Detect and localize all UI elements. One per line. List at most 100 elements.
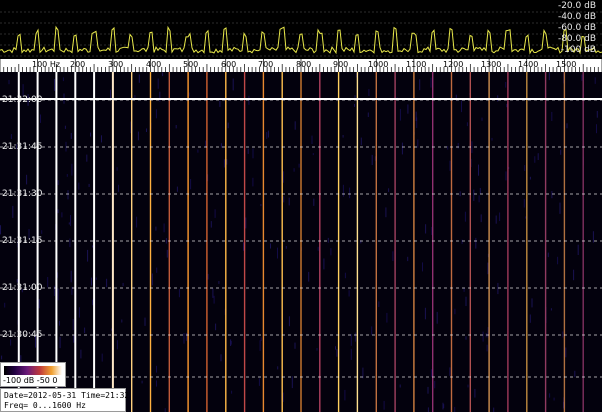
noise-speck: [573, 269, 575, 281]
noise-speck: [551, 111, 553, 121]
noise-speck: [90, 132, 91, 137]
frequency-axis[interactable]: 100 Hz 200 300 400 500 600 700 800 900 1…: [0, 59, 602, 72]
noise-speck: [447, 146, 449, 150]
freq-label-200: 200: [70, 60, 86, 69]
noise-speck: [270, 243, 271, 249]
noise-speck: [10, 134, 12, 139]
noise-speck: [190, 179, 192, 190]
noise-speck: [176, 186, 178, 192]
noise-speck: [67, 190, 69, 200]
noise-speck: [78, 182, 80, 190]
noise-speck: [344, 389, 346, 401]
noise-speck: [247, 148, 249, 154]
noise-speck: [425, 224, 427, 234]
noise-speck: [581, 74, 583, 81]
noise-speck: [101, 135, 102, 143]
noise-speck: [481, 117, 483, 121]
noise-speck: [493, 407, 495, 412]
noise-speck: [277, 366, 279, 370]
noise-speck: [197, 149, 199, 153]
noise-speck: [116, 340, 118, 350]
noise-speck: [547, 252, 549, 258]
noise-speck: [267, 130, 269, 138]
noise-speck: [252, 148, 254, 159]
noise-speck: [245, 217, 247, 229]
noise-speck: [354, 104, 355, 107]
noise-speck: [40, 114, 41, 123]
noise-speck: [525, 216, 527, 219]
noise-speck: [298, 163, 300, 168]
noise-speck: [596, 111, 598, 118]
noise-speck: [367, 112, 369, 117]
spectrum-trace: [0, 25, 602, 55]
noise-speck: [454, 406, 456, 412]
noise-speck: [146, 128, 147, 132]
spectrum-plot: [0, 11, 602, 57]
noise-speck: [252, 177, 254, 187]
noise-speck: [243, 242, 244, 251]
noise-speck: [73, 335, 75, 343]
noise-speck: [524, 165, 526, 171]
noise-speck: [457, 143, 459, 149]
waterfall-display[interactable]: 21:32:00 21:31:45 21:31:30 21:31:15 21:3…: [0, 72, 602, 412]
noise-speck: [466, 122, 468, 127]
noise-speck: [335, 346, 336, 350]
noise-speck: [551, 191, 553, 199]
noise-speck: [232, 78, 234, 91]
date-time-text: Date=2012-05-31 Time=21:32: [4, 391, 130, 400]
noise-speck: [230, 339, 232, 346]
spectrogram-window: -20.0 dB -40.0 dB -60.0 dB -80.0 dB -100…: [0, 0, 602, 412]
noise-speck: [283, 171, 284, 183]
noise-speck: [464, 211, 466, 222]
noise-speck: [207, 273, 209, 280]
noise-speck: [231, 390, 233, 394]
noise-speck: [407, 256, 409, 262]
noise-speck: [259, 340, 261, 351]
color-scale-label: -100 dB -50 0: [3, 376, 58, 385]
noise-speck: [159, 91, 161, 102]
noise-speck: [424, 307, 426, 320]
noise-speck: [78, 307, 80, 318]
noise-speck: [327, 237, 329, 243]
freq-label-500: 500: [183, 60, 199, 69]
noise-speck: [478, 164, 479, 176]
noise-speck: [311, 135, 313, 144]
noise-speck: [10, 339, 12, 346]
noise-speck: [574, 370, 576, 378]
noise-speck: [12, 205, 14, 218]
noise-speck: [72, 319, 74, 331]
noise-speck: [534, 156, 536, 163]
noise-speck: [317, 246, 319, 251]
noise-speck: [323, 258, 325, 270]
noise-speck: [38, 299, 40, 309]
noise-speck: [562, 331, 564, 338]
noise-speck: [350, 334, 352, 346]
noise-speck: [383, 400, 385, 410]
waterfall-plot: [0, 72, 602, 412]
noise-speck: [258, 378, 260, 386]
noise-speck: [316, 348, 318, 351]
noise-speck: [293, 168, 295, 172]
noise-speck: [227, 122, 229, 129]
noise-speck: [162, 72, 164, 77]
db-label-80: -80.0 dB: [557, 34, 596, 44]
noise-speck: [41, 230, 43, 234]
noise-speck: [47, 277, 49, 288]
noise-speck: [548, 72, 550, 81]
noise-speck: [64, 125, 66, 129]
noise-speck: [219, 100, 221, 107]
noise-speck: [336, 349, 338, 357]
noise-speck: [427, 407, 429, 412]
noise-speck: [70, 270, 72, 283]
noise-speck: [213, 295, 215, 304]
noise-speck: [461, 100, 462, 113]
noise-speck: [69, 238, 71, 248]
noise-speck: [91, 277, 92, 286]
noise-speck: [454, 308, 456, 315]
noise-speck: [344, 272, 346, 279]
noise-speck: [430, 77, 432, 88]
noise-speck: [144, 317, 146, 326]
noise-speck: [66, 174, 68, 177]
freq-label-1000: 1000: [368, 60, 389, 69]
noise-speck: [399, 384, 401, 388]
